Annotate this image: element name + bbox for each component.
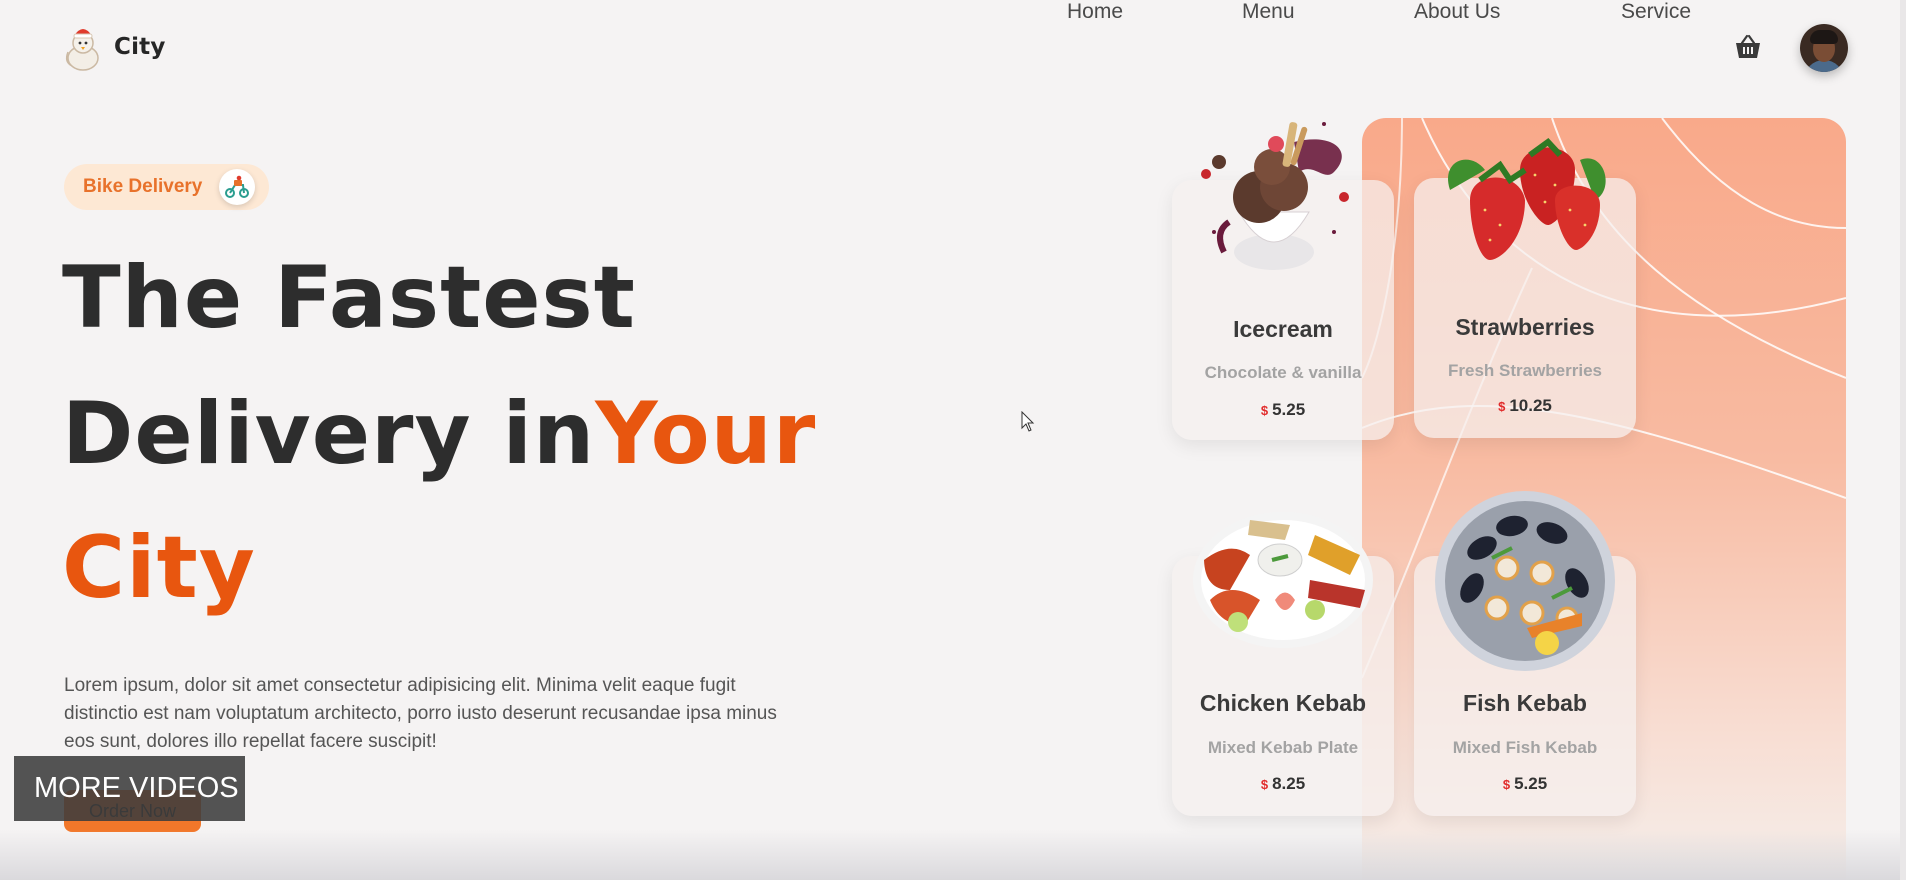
price-value: 10.25 [1509,396,1552,415]
card-name: Strawberries [1455,314,1595,340]
icecream-image [1201,122,1349,270]
chef-logo-icon [62,22,104,72]
mouse-cursor-icon [1021,411,1035,432]
price-value: 5.25 [1514,774,1548,793]
currency-symbol: $ [1260,403,1269,418]
nav-service[interactable]: Service [1621,0,1691,24]
user-avatar[interactable] [1800,24,1848,72]
card-price: $8.25 [1172,774,1394,794]
card-price: $10.25 [1414,396,1636,416]
brand-name: City [114,34,166,60]
nav-menu[interactable]: Menu [1242,0,1295,24]
headline-your: Your [595,384,817,484]
more-videos-overlay[interactable]: MORE VIDEOS [14,756,245,821]
currency-symbol: $ [1502,777,1511,792]
top-navbar: City Home Menu About Us Service [0,0,1906,96]
price-value: 8.25 [1272,774,1306,793]
card-price: $5.25 [1172,400,1394,420]
card-price: $5.25 [1414,774,1636,794]
product-card-fish-kebab[interactable]: Fish Kebab Mixed Fish Kebab $5.25 [1414,491,1636,816]
card-subtitle: Mixed Fish Kebab [1452,738,1598,757]
headline-line-1: The Fastest [62,248,636,348]
card-subtitle: Fresh Strawberries [1447,361,1602,380]
brand[interactable]: City [62,22,166,72]
badge-label: Bike Delivery [83,176,203,197]
headline-city: City [62,518,256,618]
nav-about-us[interactable]: About Us [1414,0,1500,24]
bike-delivery-badge: Bike Delivery [64,164,269,210]
product-card-strawberries[interactable]: Strawberries Fresh Strawberries $10.25 [1414,138,1636,438]
currency-symbol: $ [1260,777,1269,792]
strawberries-image [1448,138,1606,260]
card-subtitle: Chocolate & vanilla [1204,363,1362,382]
scooter-icon [219,169,255,205]
scrollbar-track[interactable] [1900,0,1906,880]
card-subtitle: Mixed Kebab Plate [1207,738,1359,757]
price-value: 5.25 [1272,400,1306,419]
nav-home[interactable]: Home [1067,0,1123,24]
currency-symbol: $ [1498,399,1506,414]
fish-kebab-image [1435,491,1615,671]
card-name: Icecream [1233,316,1333,342]
card-name: Chicken Kebab [1199,690,1367,716]
hero-description: Lorem ipsum, dolor sit amet consectetur … [64,675,777,752]
card-name: Fish Kebab [1463,690,1587,716]
headline-line-2: Delivery inYour [62,384,816,484]
headline-delivery-in: Delivery in [62,384,596,484]
chicken-kebab-image [1193,512,1373,648]
product-card-chicken-kebab[interactable]: Chicken Kebab Mixed Kebab Plate $8.25 [1172,512,1394,816]
basket-icon[interactable] [1734,34,1762,60]
product-card-icecream[interactable]: Icecream Chocolate & vanilla $5.25 [1172,122,1394,440]
